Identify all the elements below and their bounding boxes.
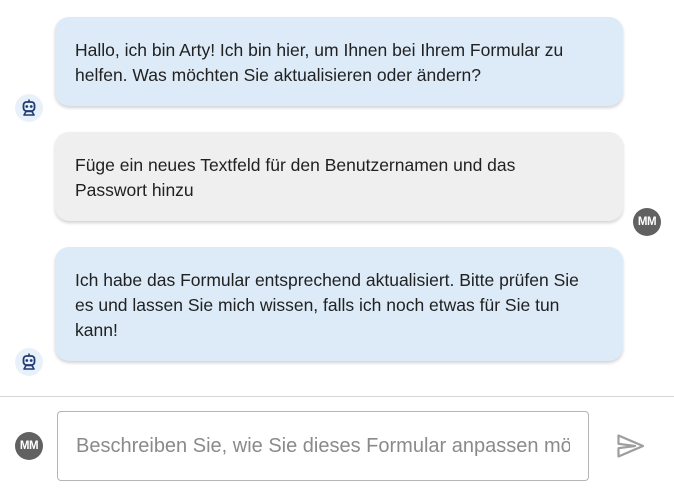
user-message: Füge ein neues Textfeld für den Benutzer… [55, 132, 623, 221]
prompt-input[interactable] [58, 412, 588, 480]
message-line: Hallo, ich bin Arty! Ich bin hier, um Ih… [75, 40, 564, 60]
message-line: es und lassen Sie mich wissen, falls ich… [75, 295, 560, 315]
send-button[interactable] [613, 428, 649, 464]
robot-icon [22, 353, 36, 370]
message-line: Passwort hinzu [75, 180, 194, 200]
bot-message: Ich habe das Formular entsprechend aktua… [55, 247, 623, 361]
message-line: Füge ein neues Textfeld für den Benutzer… [75, 155, 516, 175]
composer-divider [0, 396, 674, 397]
message-line: kann! [75, 320, 118, 340]
bot-avatar [15, 348, 43, 376]
send-icon [617, 434, 645, 458]
user-avatar: MM [633, 208, 661, 236]
bot-message: Hallo, ich bin Arty! Ich bin hier, um Ih… [55, 17, 623, 106]
user-avatar: MM [15, 432, 43, 460]
robot-icon [22, 99, 36, 116]
bot-avatar [15, 94, 43, 122]
prompt-input-container[interactable] [57, 411, 589, 481]
message-line: Ich habe das Formular entsprechend aktua… [75, 270, 579, 290]
chat-history: Hallo, ich bin Arty! Ich bin hier, um Ih… [0, 0, 674, 396]
message-line: helfen. Was möchten Sie aktualisieren od… [75, 65, 481, 85]
